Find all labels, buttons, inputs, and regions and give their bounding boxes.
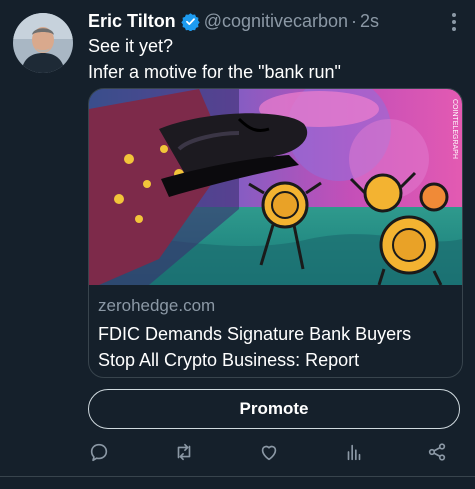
link-card[interactable]: COINTELEGRAPH zerohedge.com FDIC Demands… <box>88 88 463 378</box>
card-image[interactable]: COINTELEGRAPH <box>89 89 462 286</box>
share-icon[interactable] <box>426 441 448 463</box>
author-avatar[interactable] <box>13 13 73 73</box>
meta-separator: · <box>351 10 358 31</box>
retweet-icon[interactable] <box>173 441 195 463</box>
card-headline: FDIC Demands Signature Bank Buyers Stop … <box>98 324 412 370</box>
image-watermark: COINTELEGRAPH <box>451 99 458 159</box>
tweet-text-line-2: Infer a motive for the "bank run" <box>88 62 341 82</box>
tweet-actions <box>88 441 460 465</box>
tweet-text-line-1: See it yet? <box>88 36 174 56</box>
more-options-icon[interactable] <box>445 12 463 32</box>
tweet-divider <box>0 476 475 477</box>
like-icon[interactable] <box>258 441 280 463</box>
author-name[interactable]: Eric Tilton <box>88 11 176 32</box>
card-domain: zerohedge.com <box>98 296 216 315</box>
tweet-timestamp[interactable]: 2s <box>360 11 379 32</box>
tweet[interactable]: Eric Tilton @cognitivecarbon · 2s See it… <box>0 0 475 489</box>
promote-button[interactable]: Promote <box>88 389 460 429</box>
author-handle[interactable]: @cognitivecarbon <box>204 11 348 32</box>
tweet-header: Eric Tilton @cognitivecarbon · 2s <box>88 10 379 32</box>
reply-icon[interactable] <box>88 441 110 463</box>
views-icon[interactable] <box>343 441 365 463</box>
verified-badge-icon <box>181 12 200 32</box>
